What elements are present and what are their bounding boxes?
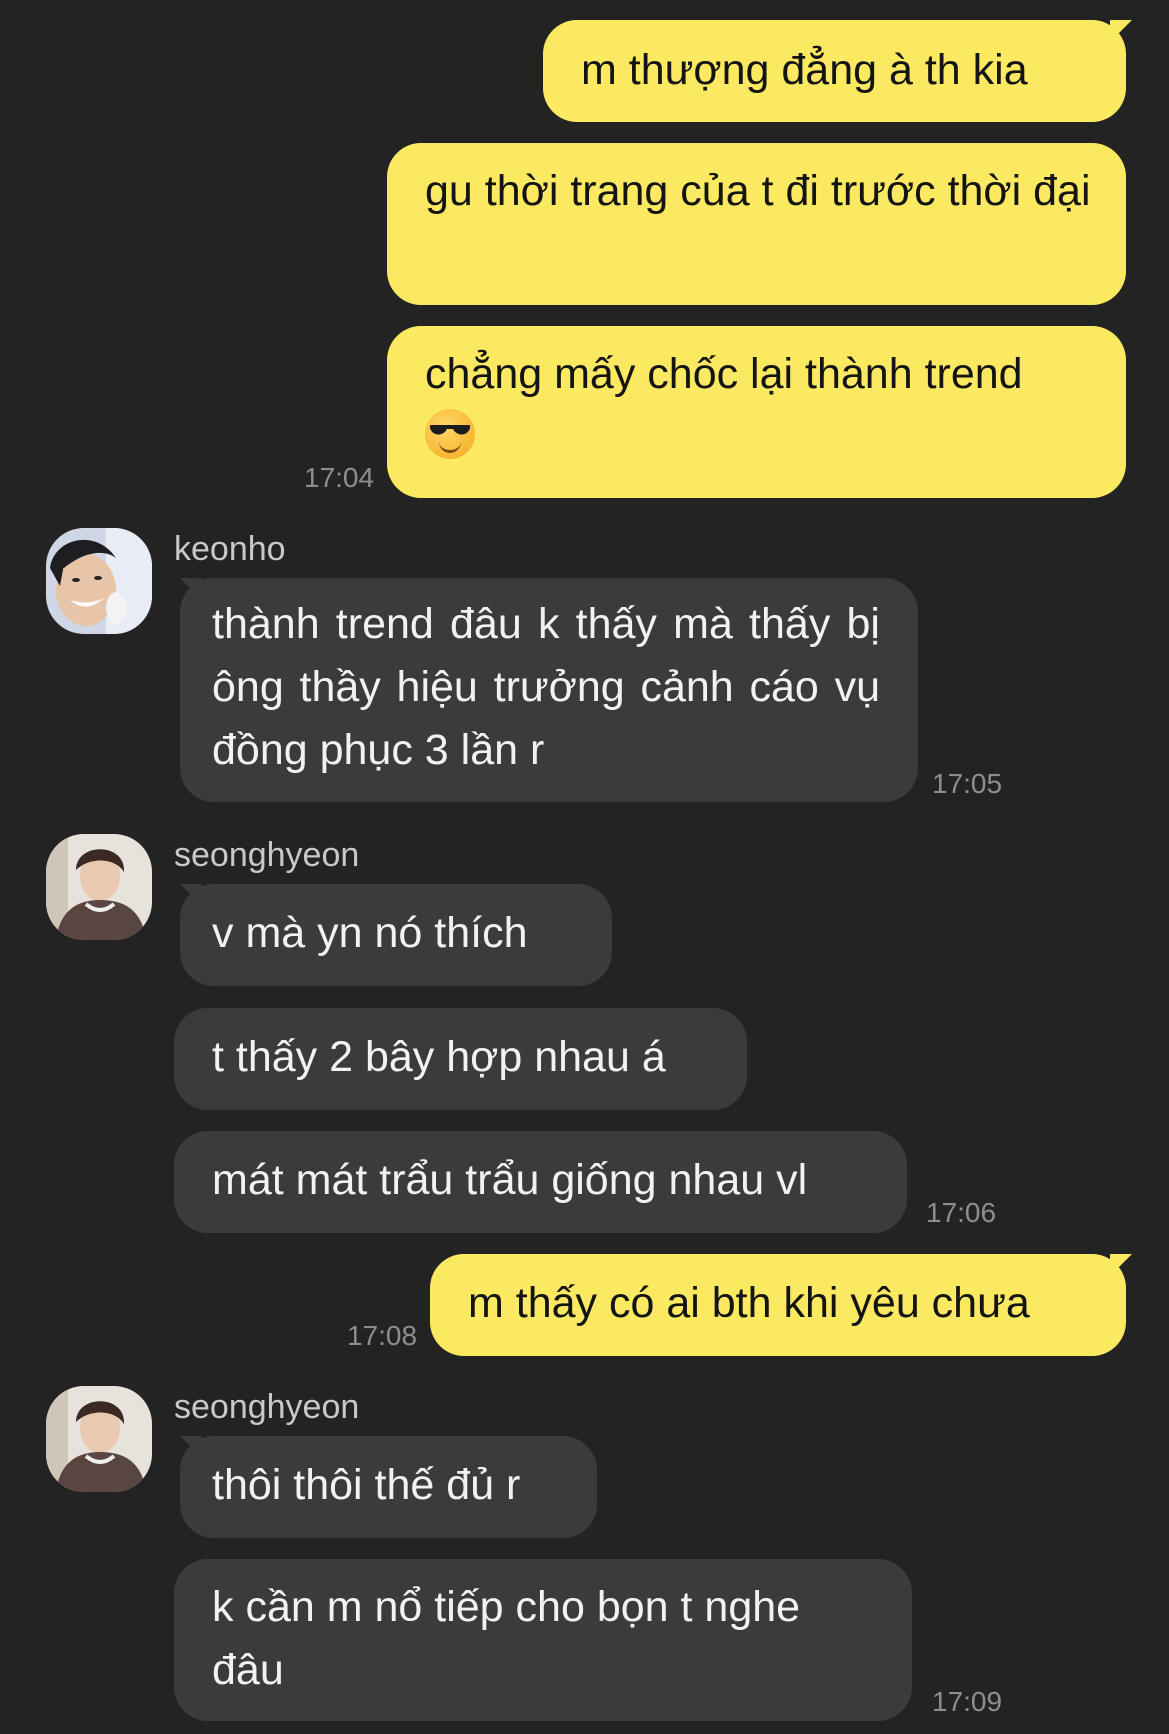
sender-name: seonghyeon: [174, 836, 360, 874]
timestamp: 17:08: [347, 1320, 418, 1351]
bubble-tail: [1110, 20, 1132, 42]
message-text: thành trend đâu k thấy mà thấy bị ông th…: [212, 600, 880, 774]
incoming-message[interactable]: v mà yn nó thích: [180, 884, 612, 986]
incoming-message[interactable]: mát mát trẩu trẩu giống nhau vl: [174, 1131, 907, 1233]
message-text: gu thời trang của t đi trước thời đại: [425, 167, 1091, 215]
sunglasses-emoji-icon: [425, 409, 475, 459]
sender-name: seonghyeon: [174, 1388, 360, 1426]
message-text: thôi thôi thế đủ r: [212, 1461, 521, 1509]
incoming-message[interactable]: t thấy 2 bây hợp nhau á: [174, 1008, 747, 1110]
message-text: m thấy có ai bth khi yêu chưa: [468, 1279, 1030, 1327]
avatar-keonho[interactable]: [46, 528, 152, 634]
message-text: m thượng đẳng à th kia: [581, 46, 1028, 94]
outgoing-message[interactable]: gu thời trang của t đi trước thời đại: [387, 143, 1126, 305]
message-text: t thấy 2 bây hợp nhau á: [212, 1033, 666, 1081]
outgoing-message[interactable]: m thấy có ai bth khi yêu chưa: [430, 1254, 1126, 1356]
timestamp: 17:09: [932, 1686, 1003, 1717]
incoming-message[interactable]: k cần m nổ tiếp cho bọn t nghe đâu: [174, 1559, 912, 1721]
bubble-tail: [180, 578, 202, 600]
incoming-message[interactable]: thôi thôi thế đủ r: [180, 1436, 597, 1538]
incoming-message[interactable]: thành trend đâu k thấy mà thấy bị ông th…: [180, 578, 918, 802]
message-text: v mà yn nó thích: [212, 909, 528, 957]
bubble-tail: [180, 884, 202, 906]
sender-name: keonho: [174, 530, 286, 568]
message-text: chẳng mấy chốc lại thành trend: [425, 350, 1023, 398]
outgoing-message[interactable]: chẳng mấy chốc lại thành trend: [387, 326, 1126, 498]
timestamp: 17:04: [304, 462, 375, 493]
timestamp: 17:06: [926, 1197, 997, 1228]
message-text: k cần m nổ tiếp cho bọn t nghe đâu: [212, 1583, 801, 1694]
avatar-seonghyeon[interactable]: [46, 1386, 152, 1492]
bubble-tail: [1110, 1254, 1132, 1276]
bubble-tail: [180, 1436, 202, 1458]
timestamp: 17:05: [932, 768, 1003, 799]
avatar-seonghyeon[interactable]: [46, 834, 152, 940]
outgoing-message[interactable]: m thượng đẳng à th kia: [543, 20, 1126, 122]
message-text: mát mát trẩu trẩu giống nhau vl: [212, 1156, 808, 1204]
